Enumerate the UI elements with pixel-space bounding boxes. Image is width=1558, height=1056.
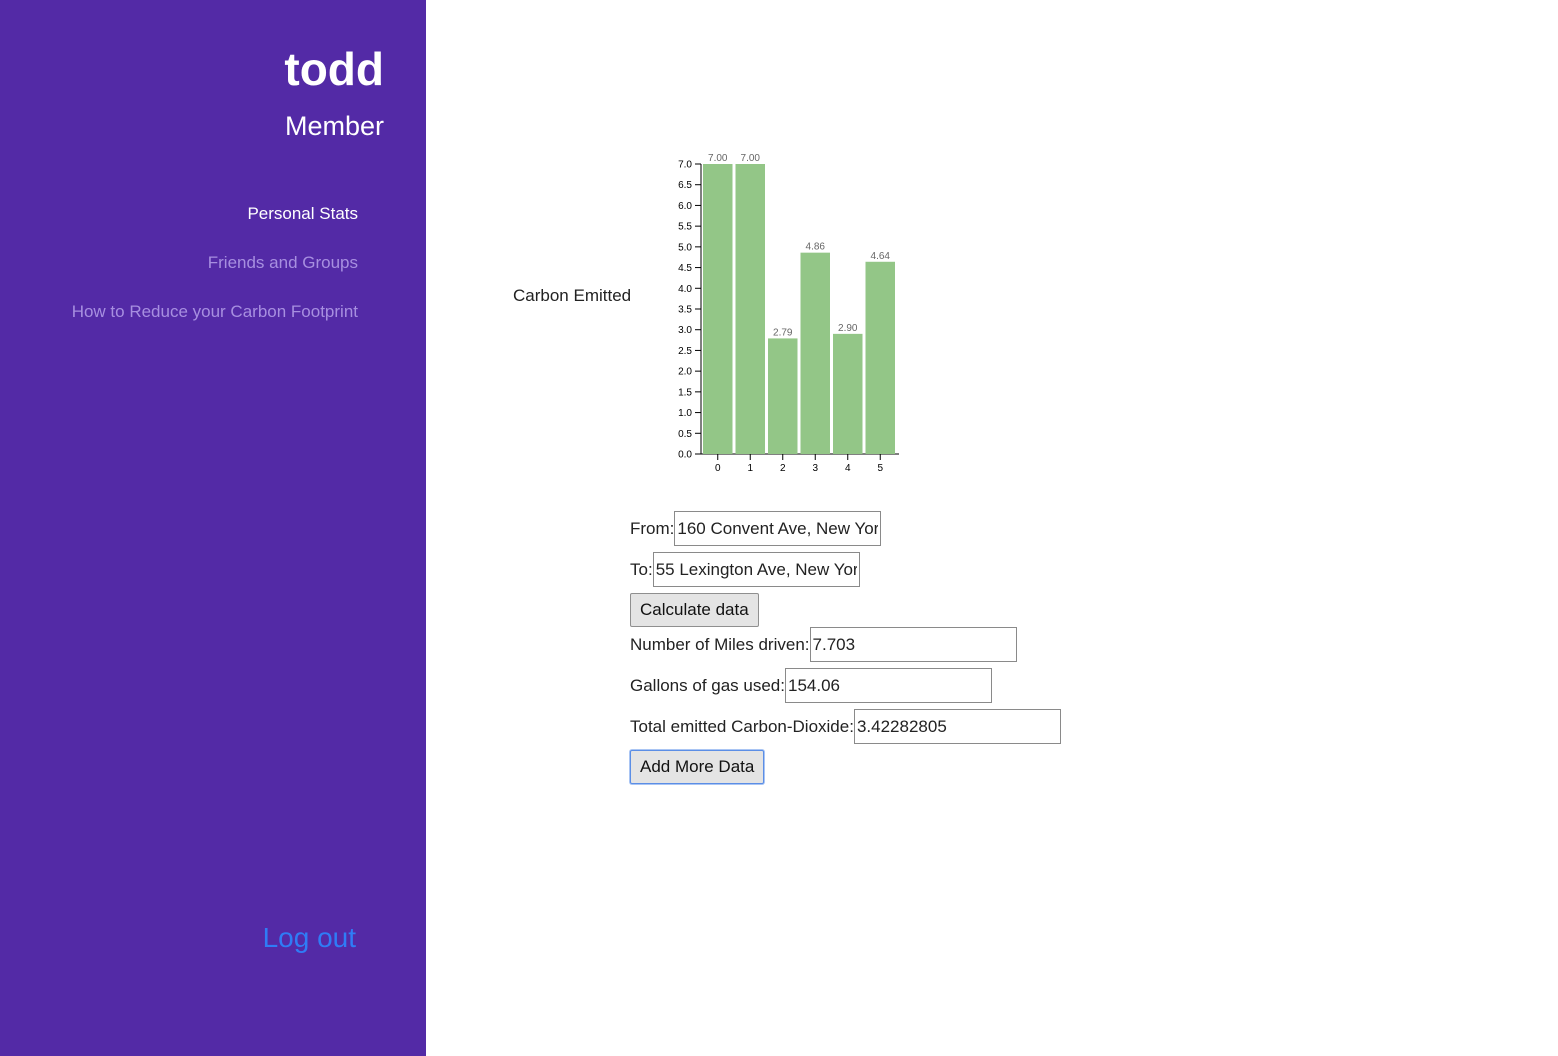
x-tick-label: 0 (715, 463, 721, 474)
chart-bar (800, 252, 830, 454)
y-tick-label: 0.0 (678, 450, 692, 461)
bar-value-label: 2.79 (773, 327, 793, 338)
gallons-row: Gallons of gas used: (630, 668, 992, 703)
chart-bar (768, 338, 798, 454)
y-tick-label: 3.0 (678, 325, 692, 336)
chart-bar (833, 333, 863, 454)
gallons-input[interactable] (784, 668, 992, 703)
from-input[interactable] (674, 511, 882, 546)
nav-reduce-carbon-footprint[interactable]: How to Reduce your Carbon Footprint (72, 302, 358, 322)
y-tick-label: 2.5 (678, 346, 692, 357)
bar-value-label: 4.64 (871, 251, 891, 262)
miles-label: Number of Miles driven: (630, 634, 810, 654)
y-tick-label: 6.0 (678, 201, 692, 212)
bar-value-label: 7.00 (708, 153, 728, 164)
logout-link[interactable]: Log out (263, 922, 356, 954)
calculate-data-button[interactable]: Calculate data (630, 593, 759, 627)
y-tick-label: 1.0 (678, 408, 692, 419)
y-tick-label: 0.5 (678, 429, 692, 440)
chart-bar (865, 261, 895, 454)
miles-row: Number of Miles driven: (630, 627, 1017, 662)
x-tick-label: 5 (877, 463, 883, 474)
co2-label: Total emitted Carbon-Dioxide: (630, 716, 854, 736)
bar-value-label: 4.86 (806, 242, 826, 253)
user-role: Member (284, 111, 384, 141)
to-row: To: (630, 552, 860, 587)
to-input[interactable] (652, 552, 860, 587)
carbon-bar-chart: 0.0 0.5 1.0 1.5 2.0 2.5 3.0 3.5 4.0 4.5 5.0 5.5 6.0 6… (678, 153, 899, 474)
y-tick-label: 1.5 (678, 387, 692, 398)
from-label: From: (630, 518, 675, 538)
y-tick-label: 7.0 (678, 160, 692, 171)
co2-row: Total emitted Carbon-Dioxide: (630, 709, 1061, 744)
sidebar: todd Member Personal Stats Friends and G… (0, 0, 426, 1056)
x-tick-label: 2 (780, 463, 786, 474)
nav-personal-stats[interactable]: Personal Stats (247, 204, 358, 224)
y-tick-label: 4.0 (678, 284, 692, 295)
y-tick-label: 6.5 (678, 180, 692, 191)
chart-bar (703, 164, 733, 454)
chart-bar (735, 164, 765, 454)
co2-input[interactable] (853, 709, 1061, 744)
y-tick-label: 5.5 (678, 222, 692, 233)
y-tick-label: 2.0 (678, 367, 692, 378)
x-tick-label: 3 (812, 463, 818, 474)
x-tick-label: 4 (845, 463, 851, 474)
y-tick-label: 3.5 (678, 305, 692, 316)
y-tick-label: 5.0 (678, 242, 692, 253)
bar-value-label: 2.90 (838, 323, 858, 334)
chart-y-label: Carbon Emitted (513, 286, 632, 305)
y-tick-label: 4.5 (678, 263, 692, 274)
nav-friends-and-groups[interactable]: Friends and Groups (208, 253, 358, 273)
gallons-label: Gallons of gas used: (630, 675, 785, 695)
x-tick-label: 1 (747, 463, 753, 474)
add-more-data-button[interactable]: Add More Data (630, 750, 765, 784)
user-name: todd (284, 43, 384, 95)
bar-value-label: 7.00 (741, 153, 761, 164)
from-row: From: (630, 511, 882, 546)
miles-input[interactable] (809, 627, 1017, 662)
to-label: To: (630, 559, 653, 579)
